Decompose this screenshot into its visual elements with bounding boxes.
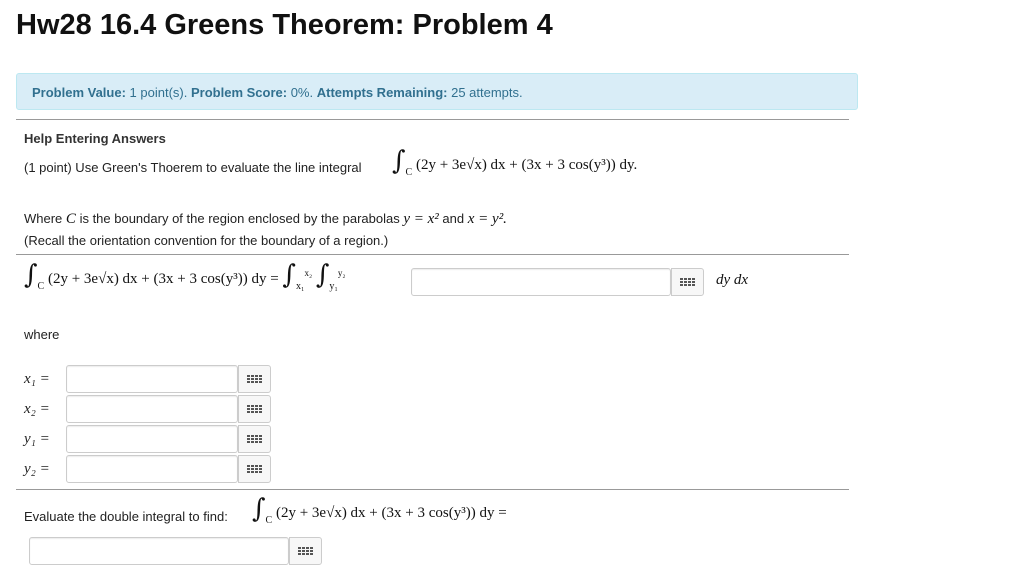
line-integral-expression: ∫C (2y + 3e√x) dx + (3x + 3 cos(y³)) dy. (392, 146, 638, 178)
y1-label: y₁ = (24, 431, 50, 447)
line-integral-integrand: (2y + 3e√x) dx + (3x + 3 cos(y³)) dy (415, 157, 634, 173)
dy-dx-label: dy dx (716, 272, 749, 288)
final-answer-input[interactable] (29, 537, 289, 565)
integral-sign-icon: ∫ (282, 260, 296, 290)
keypad-icon (247, 465, 262, 473)
x2-equation-editor-button[interactable] (238, 395, 271, 423)
problem-score: 0%. (290, 85, 314, 100)
problem-value: 1 point(s). (129, 85, 188, 100)
keypad-icon (247, 375, 262, 383)
attempts-remaining: 25 attempts. (451, 85, 523, 100)
x1-input[interactable] (66, 365, 238, 393)
problem-intro: (1 point) Use Green's Thoerem to evaluat… (24, 160, 362, 175)
equation-integrand: (2y + 3e√x) dx + (3x + 3 cos(y³)) dy (47, 271, 267, 287)
keypad-icon (298, 547, 313, 555)
evaluate-label: Evaluate the double integral to find: (24, 509, 228, 524)
keypad-icon (247, 405, 262, 413)
y2-label: y₂ = (24, 461, 50, 477)
y2-equation-editor-button[interactable] (238, 455, 271, 483)
x1-equation-editor-button[interactable] (238, 365, 271, 393)
integral-sign-icon: ∫ (392, 146, 406, 176)
where-label: where (24, 327, 60, 342)
x1-label: x₁ = (24, 371, 50, 387)
x2-label: x₂ = (24, 401, 50, 417)
equation-editor-button[interactable] (671, 268, 704, 296)
integral-sign-icon: ∫ (24, 260, 38, 290)
keypad-icon (680, 278, 695, 286)
x2-input[interactable] (66, 395, 238, 423)
y2-input[interactable] (66, 455, 238, 483)
y1-equation-editor-button[interactable] (238, 425, 271, 453)
integrand-answer-input[interactable] (411, 268, 671, 296)
problem-info-alert: Problem Value: 1 point(s). Problem Score… (16, 73, 858, 110)
help-entering-answers-link[interactable]: Help Entering Answers (24, 131, 166, 146)
problem-value-label: Problem Value: (32, 85, 126, 100)
divider (16, 489, 849, 490)
final-equation-editor-button[interactable] (289, 537, 322, 565)
attempts-remaining-label: Attempts Remaining: (316, 85, 448, 100)
integral-sign-icon: ∫ (315, 260, 330, 290)
final-integral-expression: ∫C (2y + 3e√x) dx + (3x + 3 cos(y³)) dy … (252, 494, 507, 526)
orientation-note: (Recall the orientation convention for t… (24, 233, 389, 248)
problem-score-label: Problem Score: (190, 85, 288, 100)
green-theorem-equation: ∫C (2y + 3e√x) dx + (3x + 3 cos(y³)) dy … (24, 260, 346, 292)
where-c-statement: Where C is the boundary of the region en… (24, 211, 507, 227)
y1-input[interactable] (66, 425, 238, 453)
keypad-icon (247, 435, 262, 443)
divider (16, 254, 849, 255)
integral-sign-icon: ∫ (252, 494, 266, 524)
final-integrand: (2y + 3e√x) dx + (3x + 3 cos(y³)) dy (275, 505, 495, 521)
divider (16, 119, 849, 120)
page-title: Hw28 16.4 Greens Theorem: Problem 4 (16, 9, 553, 41)
